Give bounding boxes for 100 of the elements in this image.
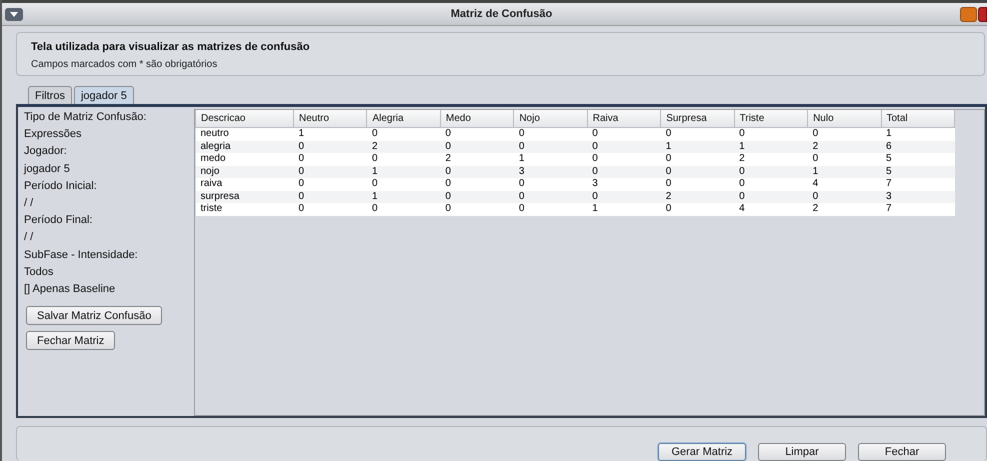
table-cell: nojo (196, 166, 294, 178)
table-cell: triste (196, 203, 294, 216)
filter-label: Tipo de Matriz Confusão: (24, 111, 146, 125)
column-header[interactable]: Descricao (196, 110, 294, 128)
table-cell: 6 (881, 140, 954, 153)
column-header[interactable]: Raiva (587, 110, 661, 128)
table-cell: 0 (808, 128, 881, 140)
table-cell: 5 (881, 153, 954, 166)
table-cell: 0 (734, 190, 808, 203)
table-cell: 2 (366, 140, 440, 153)
table-cell: 0 (514, 178, 588, 190)
table-cell: 3 (514, 166, 588, 178)
table-cell: 0 (440, 178, 514, 190)
table-cell: 1 (808, 166, 881, 178)
header-subtitle: Campos marcados com * são obrigatórios (31, 59, 218, 70)
table-cell: 0 (366, 178, 440, 190)
filter-label: jogador 5 (24, 162, 70, 177)
table-cell: raiva (196, 178, 294, 190)
filter-label: Jogador: (24, 145, 67, 160)
table-cell: alegria (196, 140, 294, 153)
table-cell: 0 (440, 140, 514, 153)
side-button[interactable]: Salvar Matriz Confusão (26, 306, 162, 326)
table-cell: 0 (294, 166, 367, 178)
table-cell: 3 (881, 190, 954, 203)
table-cell: 0 (734, 128, 808, 140)
table-cell: 2 (660, 190, 734, 203)
tab[interactable]: jogador 5 (74, 86, 134, 104)
filter-label: / / (24, 231, 34, 246)
table-cell: 0 (734, 166, 808, 178)
footer-button[interactable]: Limpar (758, 443, 846, 461)
table-cell: 0 (440, 203, 514, 216)
column-header[interactable]: Nulo (808, 110, 881, 128)
table-cell: 0 (294, 140, 367, 153)
table-cell: 0 (514, 190, 588, 203)
table-cell: 1 (366, 190, 440, 203)
table-cell: medo (196, 153, 294, 166)
table-cell: 0 (734, 178, 808, 190)
table-cell: 1 (587, 203, 661, 216)
filter-label: Expressões (24, 128, 82, 142)
column-header[interactable]: Total (881, 110, 954, 128)
table-cell: 0 (660, 178, 734, 190)
table-cell: 0 (514, 203, 588, 216)
filter-label: SubFase - Intensidade: (24, 248, 138, 262)
footer-button[interactable]: Fechar (858, 443, 946, 461)
tab[interactable]: Filtros (28, 86, 72, 104)
column-header[interactable]: Surpresa (660, 110, 734, 128)
table-cell: 0 (294, 178, 367, 190)
table-cell: 1 (514, 153, 588, 166)
table-cell: 4 (808, 178, 881, 190)
table-cell: 1 (881, 128, 954, 140)
table-cell: 0 (294, 153, 367, 166)
window-title: Matriz de Confusão (450, 8, 554, 20)
filter-label: Período Inicial: (24, 180, 97, 194)
table-cell: 7 (881, 203, 954, 216)
column-header[interactable]: Triste (734, 110, 808, 128)
table-cell: 0 (587, 140, 661, 153)
table-cell: 2 (808, 140, 881, 153)
table-cell: 0 (294, 190, 367, 203)
table-cell: 0 (440, 128, 514, 140)
table-cell: 0 (587, 190, 661, 203)
table-cell: 0 (514, 128, 588, 140)
table-cell: 2 (440, 153, 514, 166)
table-cell: 0 (587, 166, 661, 178)
column-header[interactable]: Alegria (366, 110, 440, 128)
table-cell: 0 (366, 128, 440, 140)
footer-button[interactable]: Gerar Matriz (658, 443, 746, 461)
table-cell: 1 (660, 140, 734, 153)
side-button[interactable]: Fechar Matriz (26, 331, 116, 350)
filter-label: [] Apenas Baseline (24, 282, 116, 297)
table-cell: 0 (808, 190, 881, 203)
table-cell: 0 (294, 203, 367, 216)
window-menu-icon[interactable] (5, 8, 23, 20)
table-cell: surpresa (196, 190, 294, 203)
table-cell: 0 (660, 128, 734, 140)
table-cell: 0 (587, 153, 661, 166)
table-cell: 1 (294, 128, 367, 140)
table-cell: 0 (440, 190, 514, 203)
table-cell: 0 (660, 203, 734, 216)
table-cell: 1 (366, 166, 440, 178)
header-title: Tela utilizada para visualizar as matrizes de confusão (31, 41, 311, 53)
table-cell: 0 (366, 153, 440, 166)
filter-label: Todos (24, 266, 54, 280)
table-cell: 0 (808, 153, 881, 166)
table-cell: 4 (734, 203, 808, 216)
table-cell: 0 (587, 128, 661, 140)
close-button[interactable] (978, 6, 987, 22)
column-header[interactable]: Neutro (294, 110, 367, 128)
filter-label: / / (24, 196, 34, 211)
table-cell: 0 (660, 166, 734, 178)
table-cell: 0 (660, 153, 734, 166)
minimize-button[interactable] (960, 6, 977, 22)
column-header[interactable]: Medo (440, 110, 514, 128)
table-cell: 0 (366, 203, 440, 216)
table-cell: 1 (734, 140, 808, 153)
table-cell: 0 (514, 140, 588, 153)
table-cell: 3 (587, 178, 661, 190)
column-header[interactable]: Nojo (514, 110, 588, 128)
table-cell: 2 (808, 203, 881, 216)
table-cell: 2 (734, 153, 808, 166)
table-cell: 5 (881, 166, 954, 178)
